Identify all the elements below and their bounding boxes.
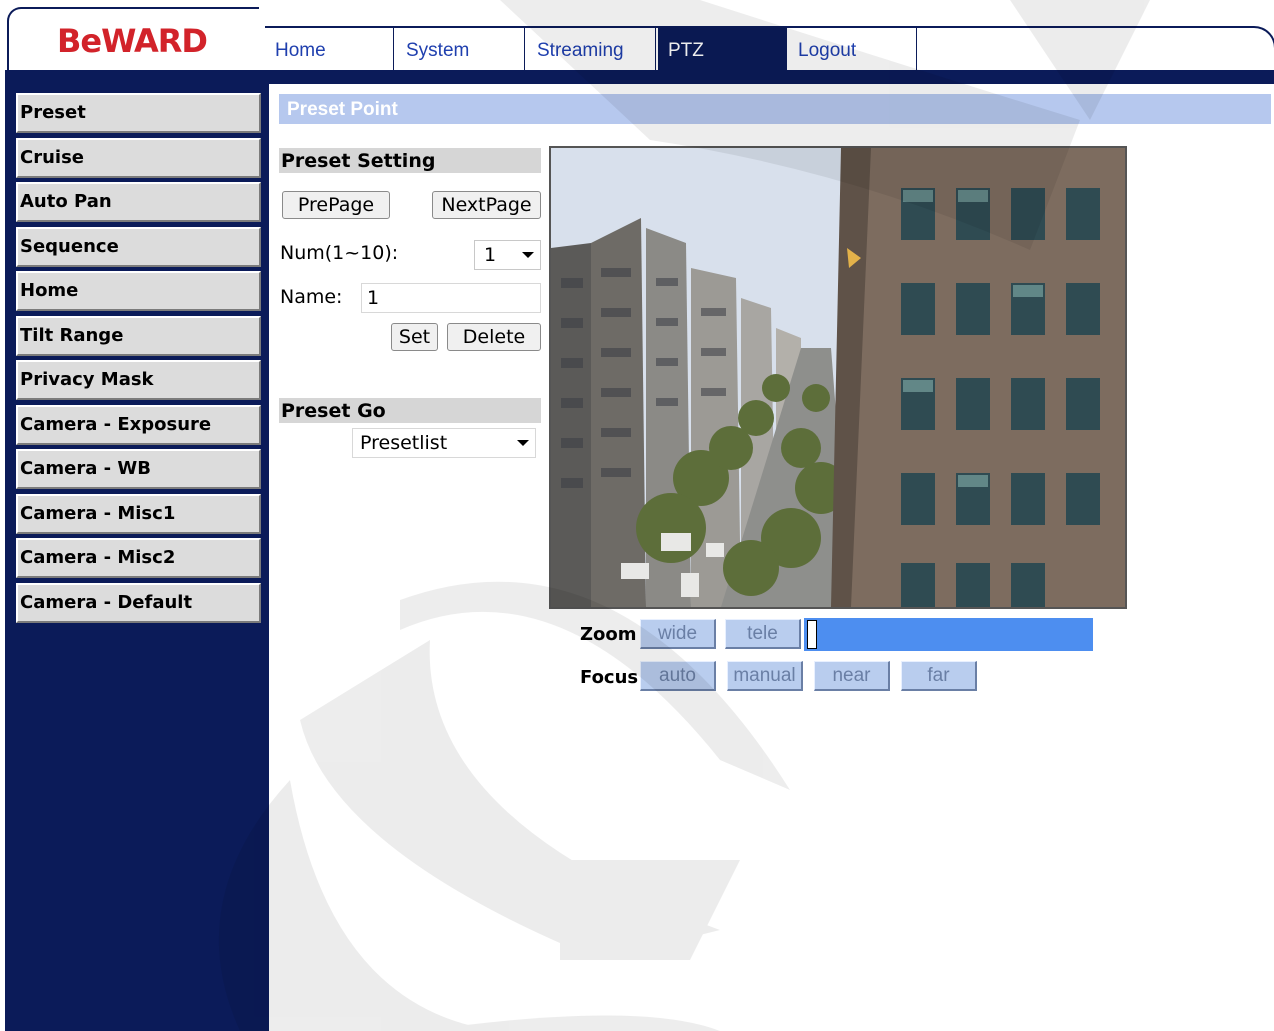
page-title-bar: Preset Point	[279, 94, 1271, 124]
num-select-value: 1	[484, 244, 497, 266]
camera-image	[551, 148, 1125, 607]
sidebar-item-sequence[interactable]: Sequence	[16, 227, 261, 267]
sidebar-item-preset[interactable]: Preset	[16, 93, 261, 133]
name-input[interactable]: 1	[361, 283, 541, 313]
preset-list-value: Presetlist	[360, 432, 448, 454]
sidebar-item-camera-default[interactable]: Camera - Default	[16, 583, 261, 623]
zoom-label: Zoom	[580, 624, 637, 645]
set-button[interactable]: Set	[391, 323, 438, 351]
focus-far-button[interactable]: far	[901, 661, 977, 691]
sidebar: Preset Cruise Auto Pan Sequence Home Til…	[5, 84, 269, 1031]
focus-manual-button[interactable]: manual	[727, 661, 803, 691]
chevron-down-icon	[517, 440, 529, 446]
tab-logout[interactable]: Logout	[788, 28, 917, 70]
preset-go-header: Preset Go	[279, 398, 541, 423]
header-stripe	[5, 70, 1274, 84]
num-select[interactable]: 1	[474, 240, 541, 270]
name-input-value: 1	[367, 287, 380, 309]
sidebar-item-camera-misc1[interactable]: Camera - Misc1	[16, 494, 261, 534]
preset-list-select[interactable]: Presetlist	[352, 428, 536, 458]
tab-system[interactable]: System	[396, 28, 525, 70]
sidebar-item-camera-wb[interactable]: Camera - WB	[16, 449, 261, 489]
zoom-wide-button[interactable]: wide	[640, 619, 716, 649]
sidebar-item-auto-pan[interactable]: Auto Pan	[16, 182, 261, 222]
chevron-down-icon	[522, 252, 534, 258]
sidebar-item-camera-misc2[interactable]: Camera - Misc2	[16, 538, 261, 578]
page-title: Preset Point	[287, 99, 398, 120]
next-page-button[interactable]: NextPage	[432, 191, 541, 219]
focus-near-button[interactable]: near	[814, 661, 890, 691]
tab-home[interactable]: Home	[265, 28, 394, 70]
zoom-tele-button[interactable]: tele	[725, 619, 801, 649]
sidebar-item-home[interactable]: Home	[16, 271, 261, 311]
logo-area: BeWARD	[7, 7, 259, 75]
num-label: Num(1~10):	[280, 242, 399, 264]
zoom-slider-thumb[interactable]	[807, 620, 817, 649]
sidebar-item-privacy-mask[interactable]: Privacy Mask	[16, 360, 261, 400]
logo: BeWARD	[57, 22, 208, 60]
focus-auto-button[interactable]: auto	[640, 661, 716, 691]
tab-streaming[interactable]: Streaming	[527, 28, 656, 70]
name-label: Name:	[280, 286, 343, 308]
zoom-slider[interactable]	[804, 618, 1093, 651]
preset-setting-header: Preset Setting	[279, 148, 541, 173]
camera-live-view[interactable]	[549, 146, 1127, 609]
tab-ptz[interactable]: PTZ	[658, 28, 787, 70]
sidebar-item-cruise[interactable]: Cruise	[16, 138, 261, 178]
focus-label: Focus	[580, 667, 639, 688]
sidebar-item-tilt-range[interactable]: Tilt Range	[16, 316, 261, 356]
top-nav: Home System Streaming PTZ Logout	[265, 26, 1274, 74]
sidebar-item-camera-exposure[interactable]: Camera - Exposure	[16, 405, 261, 445]
delete-button[interactable]: Delete	[447, 323, 541, 351]
prev-page-button[interactable]: PrePage	[282, 191, 390, 219]
